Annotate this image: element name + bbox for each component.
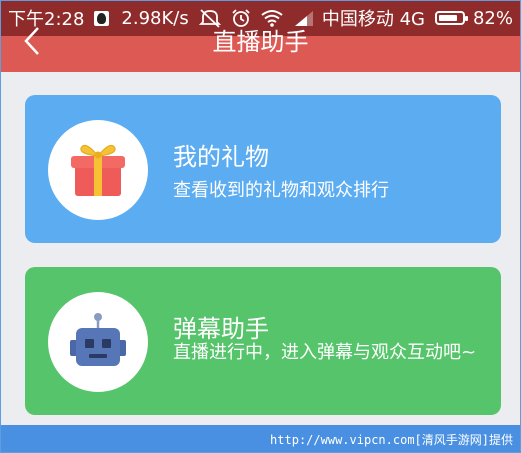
watermark-text: http://www.vipcn.com[清风手游网]提供 [270,433,513,447]
page-title: 直播助手 [212,28,309,56]
robot-icon [70,313,126,366]
card-title: 弹幕助手 [173,315,269,343]
gift-icon [71,144,125,196]
my-gifts-card[interactable]: 我的礼物 查看收到的礼物和观众排行 [25,95,501,243]
robot-icon-circle [48,292,148,392]
title-bar: 直播助手 [0,27,521,72]
bottom-bar: http://www.vipcn.com[清风手游网]提供 [0,425,521,453]
gift-icon-circle [48,120,148,220]
card-description: 直播进行中，进入弹幕与观众互动吧~ [173,342,477,363]
danmu-assistant-card[interactable]: 弹幕助手 直播进行中，进入弹幕与观众互动吧~ [25,267,501,415]
card-description: 查看收到的礼物和观众排行 [173,180,389,201]
battery-fill [438,15,457,21]
card-title: 我的礼物 [173,143,269,171]
